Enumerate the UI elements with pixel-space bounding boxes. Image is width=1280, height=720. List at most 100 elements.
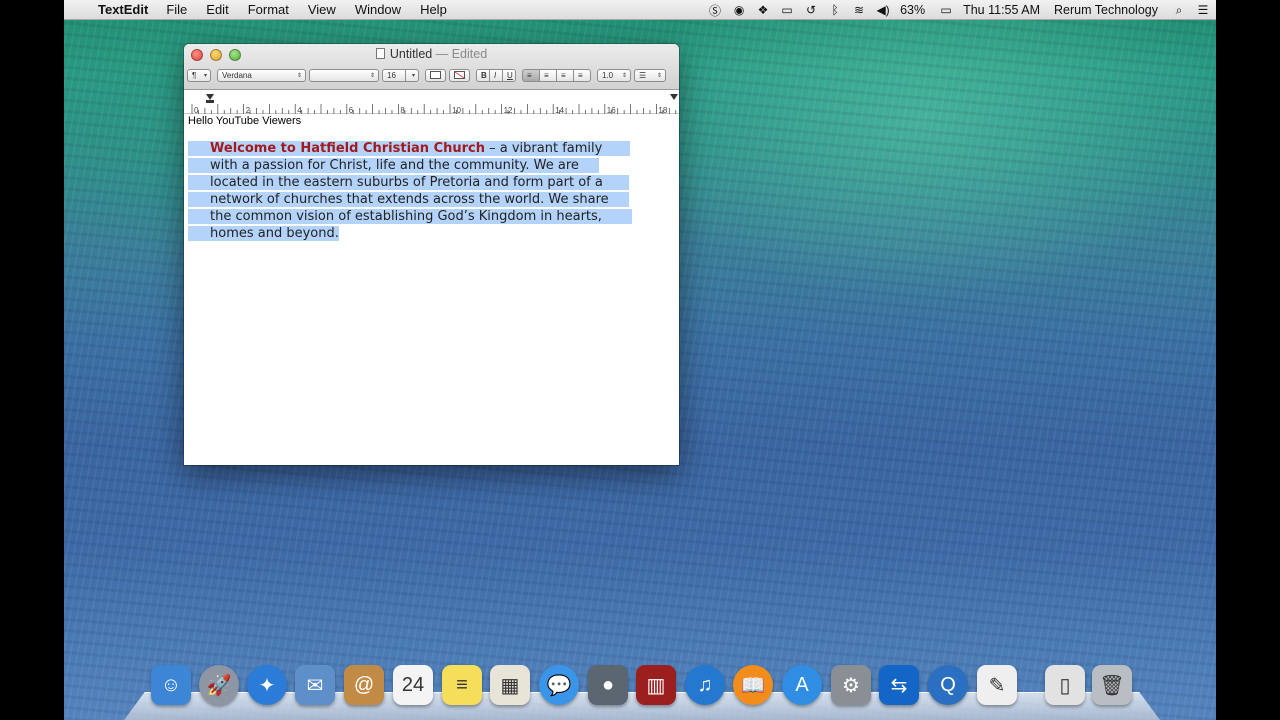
dropbox-icon[interactable]: ❖ xyxy=(752,3,774,17)
window-title-separator: — xyxy=(435,47,449,61)
window-titlebar[interactable]: Untitled — Edited ¶ ▾ Verdana ⇕ ⇕ 16 ▾ B I… xyxy=(184,44,679,90)
ruler-label: 4 xyxy=(297,106,302,114)
quicktime-icon: Q xyxy=(928,665,968,705)
underline-label: U xyxy=(507,70,513,80)
font-family-popup[interactable]: Verdana ⇕ xyxy=(217,68,306,82)
bold-button[interactable]: B xyxy=(476,68,490,82)
dock-item[interactable]: 💬 xyxy=(538,661,580,709)
dock-item[interactable]: 24 xyxy=(392,661,434,709)
dock-item[interactable]: A xyxy=(781,661,823,709)
dock-item[interactable]: ● xyxy=(587,661,629,709)
dock-item[interactable]: ⚙ xyxy=(830,661,872,709)
list-bullets-popup[interactable]: ☰ ⇕ xyxy=(634,68,666,82)
font-size-field[interactable]: 16 xyxy=(382,68,406,82)
ruler-label: 10 xyxy=(452,106,461,114)
font-style-popup[interactable]: ⇕ xyxy=(309,68,379,82)
safari-icon: ✦ xyxy=(247,665,287,705)
menu-user[interactable]: Rerum Technology xyxy=(1054,3,1158,17)
dock-item[interactable]: ♫ xyxy=(684,661,726,709)
dock-item[interactable]: ▯ xyxy=(1044,661,1086,709)
dock-item[interactable]: ✉ xyxy=(294,661,336,709)
church-name-heading: Welcome to Hatfield Christian Church xyxy=(210,141,485,156)
menu-format[interactable]: Format xyxy=(248,2,289,17)
battery-icon[interactable]: ▭ xyxy=(935,3,957,17)
font-size-menu-button[interactable]: ▾ xyxy=(405,68,419,82)
dock-item[interactable]: ✦ xyxy=(246,661,288,709)
paragraph-line-text: the common vision of establishing God’s … xyxy=(210,209,602,224)
ruler-label: 0 xyxy=(194,106,199,114)
window-title: Untitled — Edited xyxy=(184,47,679,61)
menu-view[interactable]: View xyxy=(308,2,336,17)
bold-label: B xyxy=(481,70,487,80)
record-icon[interactable]: ◉ xyxy=(728,3,750,17)
mail-icon: ✉ xyxy=(295,665,335,705)
screen-mirror-icon[interactable]: ▭ xyxy=(776,3,798,17)
ruler[interactable]: 0 2 4 6 8 10 12 14 16 18 xyxy=(184,90,679,114)
paragraph-line: homes and beyond. xyxy=(188,225,674,242)
first-line-indent-marker[interactable] xyxy=(206,94,214,100)
dock-item[interactable]: ⇆ xyxy=(878,661,920,709)
underline-button[interactable]: U xyxy=(502,68,516,82)
menu-help[interactable]: Help xyxy=(420,2,447,17)
app-store-icon: A xyxy=(782,665,822,705)
font-size-value: 16 xyxy=(387,70,396,80)
list-bullets-label: ☰ xyxy=(639,70,647,80)
line-spacing-label: 1.0 xyxy=(602,70,614,80)
battery-percent[interactable]: 63% xyxy=(900,3,925,17)
dock-item[interactable]: ▥ xyxy=(635,661,677,709)
align-justify-button[interactable]: ≡ xyxy=(573,68,591,82)
textedit-icon: ✎ xyxy=(977,665,1017,705)
left-indent-marker[interactable] xyxy=(206,100,214,103)
paragraph-line-text: with a passion for Christ, life and the … xyxy=(210,158,579,173)
paragraph-line: Welcome to Hatfield Christian Church – a… xyxy=(188,140,674,157)
ruler-label: 2 xyxy=(246,106,251,114)
ruler-label: 14 xyxy=(555,106,564,114)
italic-button[interactable]: I xyxy=(489,68,503,82)
selected-paragraph: Welcome to Hatfield Christian Church – a… xyxy=(188,140,674,242)
dock-item[interactable]: ☺ xyxy=(150,661,192,709)
launchpad-icon: 🚀 xyxy=(199,665,239,705)
right-margin-marker[interactable] xyxy=(670,94,678,100)
menu-edit[interactable]: Edit xyxy=(206,2,228,17)
align-right-button[interactable]: ≡ xyxy=(556,68,574,82)
system-preferences-icon: ⚙ xyxy=(831,665,871,705)
dock-item[interactable]: ≡ xyxy=(441,661,483,709)
dock-item[interactable]: 🚀 xyxy=(198,661,240,709)
ibooks-icon: 📖 xyxy=(733,665,773,705)
notification-center-icon[interactable]: ☰ xyxy=(1192,3,1214,17)
time-machine-icon[interactable]: ↺ xyxy=(800,3,822,17)
menu-app-name[interactable]: TextEdit xyxy=(98,2,148,17)
photo-booth-icon: ▥ xyxy=(636,665,676,705)
volume-icon[interactable]: ◀) xyxy=(872,3,894,17)
italic-label: I xyxy=(494,70,497,80)
facetime-icon: ● xyxy=(588,665,628,705)
ruler-label: 6 xyxy=(349,106,354,114)
dock-item[interactable]: 🗑 xyxy=(1091,661,1133,709)
menu-file[interactable]: File xyxy=(166,2,187,17)
paragraph-styles-button[interactable]: ¶ ▾ xyxy=(187,68,211,82)
text-area[interactable]: Hello YouTube Viewers Welcome to Hatfiel… xyxy=(184,114,679,465)
document-proxy-icon[interactable] xyxy=(375,48,385,59)
paragraph-style-label: ¶ xyxy=(192,70,197,80)
dock-item[interactable]: Q xyxy=(927,661,969,709)
text-color-well[interactable] xyxy=(425,68,446,82)
wifi-icon[interactable]: ≋ xyxy=(848,3,870,17)
edited-label: Edited xyxy=(451,47,488,61)
dock: ☺ 🚀 ✦ ✉ @24 ≡ ▦ 💬 ● ▥ ♫ 📖 A ⚙ ⇆ Q ✎ ▯ 🗑 xyxy=(124,661,1160,720)
trash-icon: 🗑 xyxy=(1092,665,1132,705)
spotlight-icon[interactable]: ⌕ xyxy=(1168,3,1190,18)
menu-clock[interactable]: Thu 11:55 AM xyxy=(963,3,1040,17)
dock-item[interactable]: ✎ xyxy=(976,661,1018,709)
dock-item[interactable]: @ xyxy=(343,661,385,709)
paragraph-line-text: network of churches that extends across … xyxy=(210,192,609,207)
align-center-button[interactable]: ≡ xyxy=(539,68,557,82)
skype-icon[interactable]: Ⓢ xyxy=(704,2,726,19)
bluetooth-icon[interactable]: ᛒ xyxy=(824,3,846,17)
align-left-button[interactable]: ≡ xyxy=(522,68,540,82)
menu-window[interactable]: Window xyxy=(355,2,401,17)
dock-item[interactable]: ▦ xyxy=(489,661,531,709)
background-color-well[interactable] xyxy=(449,68,470,82)
dock-item[interactable]: 📖 xyxy=(732,661,774,709)
line-spacing-popup[interactable]: 1.0 ⇕ xyxy=(597,68,631,82)
desktop[interactable]: TextEdit File Edit Format View Window He… xyxy=(64,0,1216,720)
